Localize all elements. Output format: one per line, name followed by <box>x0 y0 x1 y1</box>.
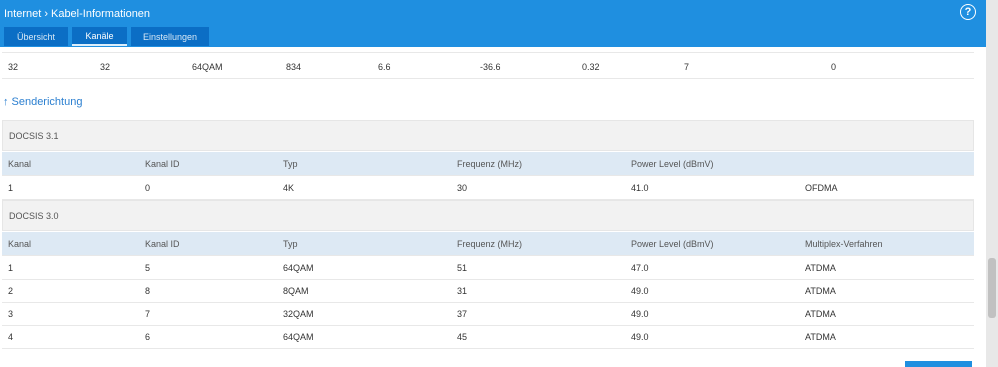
cell: ATDMA <box>805 263 836 273</box>
breadcrumb-root[interactable]: Internet <box>4 8 41 20</box>
help-glyph: ? <box>964 6 972 18</box>
tab-uebersicht[interactable]: Übersicht <box>4 27 68 46</box>
cell: 0 <box>145 183 151 193</box>
help-icon[interactable]: ? <box>960 4 976 20</box>
cell: 49.0 <box>631 332 649 342</box>
cell: 4K <box>283 183 295 193</box>
cell: 2 <box>8 286 14 296</box>
table-row: 4 6 64QAM 45 49.0 ATDMA <box>2 326 974 349</box>
cell: 4 <box>8 332 14 342</box>
col-header: Kanal ID <box>145 158 180 169</box>
chevron-right-icon: › <box>44 8 48 20</box>
col-header: Frequenz (MHz) <box>457 238 523 249</box>
bottom-action-button[interactable] <box>905 361 972 367</box>
table-row: 1 0 4K 30 41.0 OFDMA <box>2 177 974 200</box>
group-docsis-31: DOCSIS 3.1 <box>2 120 974 151</box>
table-header-docsis-31: Kanal Kanal ID Typ Frequenz (MHz) Power … <box>2 152 974 176</box>
col-header: Power Level (dBmV) <box>631 238 714 249</box>
cell: 834 <box>286 62 302 72</box>
cell: 0.32 <box>582 62 600 72</box>
cell: 64QAM <box>283 263 314 273</box>
cell: 6 <box>145 332 151 342</box>
col-header: Kanal <box>8 158 32 169</box>
cell: 32QAM <box>283 309 314 319</box>
cell: 8QAM <box>283 286 309 296</box>
col-header: Frequenz (MHz) <box>457 158 523 169</box>
app-header: Internet › Kabel-Informationen ? Übersic… <box>0 0 986 47</box>
cell: 32 <box>100 62 111 72</box>
col-header: Kanal <box>8 238 32 249</box>
downstream-table-row-32: 32 32 64QAM 834 6.6 -36.6 0.32 7 0 <box>2 56 974 79</box>
breadcrumb-current: Kabel-Informationen <box>50 8 151 20</box>
cell: 1 <box>8 183 14 193</box>
table-row: 2 8 8QAM 31 49.0 ATDMA <box>2 280 974 303</box>
col-header: Power Level (dBmV) <box>631 158 714 169</box>
cell: -36.6 <box>480 62 501 72</box>
cell: 5 <box>145 263 151 273</box>
section-title-upstream: ↑ Senderichtung <box>3 96 82 108</box>
cell: 1 <box>8 263 14 273</box>
arrow-up-icon: ↑ <box>3 96 9 108</box>
breadcrumb: Internet › Kabel-Informationen <box>4 8 150 20</box>
cell: ATDMA <box>805 332 836 342</box>
cell: 64QAM <box>192 62 223 72</box>
cell: 41.0 <box>631 183 649 193</box>
table-row: 1 5 64QAM 51 47.0 ATDMA <box>2 257 974 280</box>
group-label: DOCSIS 3.0 <box>9 210 59 221</box>
section-title-text: Senderichtung <box>11 96 83 108</box>
cell: 31 <box>457 286 468 296</box>
cell: ATDMA <box>805 286 836 296</box>
cell: 7 <box>684 62 690 72</box>
col-header: Typ <box>283 238 298 249</box>
cell: 64QAM <box>283 332 314 342</box>
content-area: 32 32 64QAM 834 6.6 -36.6 0.32 7 0 ↑ Send… <box>0 47 986 367</box>
tab-einstellungen[interactable]: Einstellungen <box>131 27 209 46</box>
group-docsis-30: DOCSIS 3.0 <box>2 200 974 231</box>
cell: 8 <box>145 286 151 296</box>
cell: 7 <box>145 309 151 319</box>
table-header-docsis-30: Kanal Kanal ID Typ Frequenz (MHz) Power … <box>2 232 974 256</box>
cell: OFDMA <box>805 183 838 193</box>
cell: 0 <box>831 62 837 72</box>
tab-bar: Übersicht Kanäle Einstellungen <box>4 27 209 46</box>
cell: ATDMA <box>805 309 836 319</box>
col-header: Kanal ID <box>145 238 180 249</box>
cell: 30 <box>457 183 468 193</box>
col-header: Multiplex-Verfahren <box>805 238 883 249</box>
cell: 49.0 <box>631 309 649 319</box>
cell: 6.6 <box>378 62 391 72</box>
group-label: DOCSIS 3.1 <box>9 130 59 141</box>
cell: 51 <box>457 263 468 273</box>
cell: 32 <box>8 62 19 72</box>
cell: 3 <box>8 309 14 319</box>
tab-kanaele[interactable]: Kanäle <box>72 27 127 46</box>
cell: 45 <box>457 332 468 342</box>
scrollbar-thumb[interactable] <box>988 258 996 318</box>
cell: 47.0 <box>631 263 649 273</box>
table-row: 3 7 32QAM 37 49.0 ATDMA <box>2 303 974 326</box>
col-header: Typ <box>283 158 298 169</box>
cell: 37 <box>457 309 468 319</box>
cell: 49.0 <box>631 286 649 296</box>
